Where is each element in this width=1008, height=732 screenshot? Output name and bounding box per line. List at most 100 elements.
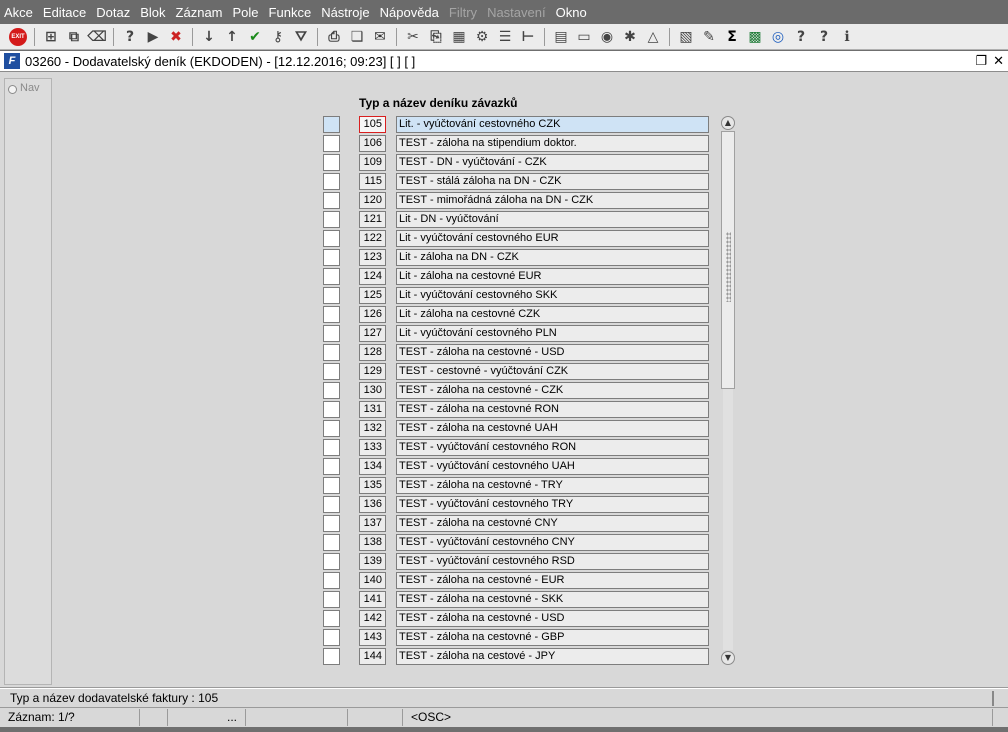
- list-row[interactable]: 127 Lit - vyúčtování cestovného PLN: [323, 324, 713, 343]
- list-row[interactable]: 136 TEST - vyúčtování cestovného TRY: [323, 495, 713, 514]
- journal-code-field[interactable]: 137: [359, 515, 386, 532]
- scroll-up-button[interactable]: ▲: [721, 116, 735, 130]
- journal-code-field[interactable]: 136: [359, 496, 386, 513]
- list-row[interactable]: 144 TEST - záloha na cestové - JPY: [323, 647, 713, 666]
- edit-button[interactable]: ✎: [699, 27, 719, 47]
- sum-button[interactable]: Σ: [722, 27, 742, 47]
- exit-button[interactable]: EXIT: [8, 27, 28, 47]
- list-row[interactable]: 132 TEST - záloha na cestovné UAH: [323, 419, 713, 438]
- row-select-checkbox[interactable]: [323, 458, 340, 475]
- menu-napoveda[interactable]: Nápověda: [380, 5, 439, 20]
- row-select-checkbox[interactable]: [323, 591, 340, 608]
- list-row[interactable]: 133 TEST - vyúčtování cestovného RON: [323, 438, 713, 457]
- row-select-checkbox[interactable]: [323, 439, 340, 456]
- journal-name-field[interactable]: Lit - záloha na cestovné EUR: [396, 268, 709, 285]
- list-row[interactable]: 140 TEST - záloha na cestovné - EUR: [323, 571, 713, 590]
- list-row[interactable]: 121 Lit - DN - vyúčtování: [323, 210, 713, 229]
- vertical-scrollbar[interactable]: ▲ ▼: [721, 116, 735, 666]
- paste-button[interactable]: ⎘: [426, 27, 446, 47]
- list-row[interactable]: 123 Lit - záloha na DN - CZK: [323, 248, 713, 267]
- row-select-checkbox[interactable]: [323, 230, 340, 247]
- cut-button[interactable]: ✂: [403, 27, 423, 47]
- list-row[interactable]: 137 TEST - záloha na cestovné CNY: [323, 514, 713, 533]
- help-search-button[interactable]: ?: [791, 27, 811, 47]
- tools-button[interactable]: ⚙: [472, 27, 492, 47]
- journal-code-field[interactable]: 144: [359, 648, 386, 665]
- journal-code-field[interactable]: 140: [359, 572, 386, 589]
- journal-code-field[interactable]: 131: [359, 401, 386, 418]
- row-select-checkbox[interactable]: [323, 344, 340, 361]
- duplicate-record-button[interactable]: ⧉: [64, 27, 84, 47]
- journal-code-field[interactable]: 127: [359, 325, 386, 342]
- row-select-checkbox[interactable]: [323, 306, 340, 323]
- copy-button[interactable]: ❏: [347, 27, 367, 47]
- list-row[interactable]: 135 TEST - záloha na cestovné - TRY: [323, 476, 713, 495]
- list-row[interactable]: 139 TEST - vyúčtování cestovného RSD: [323, 552, 713, 571]
- list-row[interactable]: 141 TEST - záloha na cestovné - SKK: [323, 590, 713, 609]
- excel-button[interactable]: ▩: [745, 27, 765, 47]
- journal-name-field[interactable]: TEST - vyúčtování cestovného CNY: [396, 534, 709, 551]
- help-button[interactable]: ?: [814, 27, 834, 47]
- menu-dotaz[interactable]: Dotaz: [96, 5, 130, 20]
- list-row[interactable]: 120 TEST - mimořádná záloha na DN - CZK: [323, 191, 713, 210]
- print-button[interactable]: ⎙: [324, 27, 344, 47]
- settings-button[interactable]: ✱: [620, 27, 640, 47]
- menu-zaznam[interactable]: Záznam: [176, 5, 223, 20]
- warning-button[interactable]: △: [643, 27, 663, 47]
- journal-code-field[interactable]: 132: [359, 420, 386, 437]
- list-row[interactable]: 124 Lit - záloha na cestovné EUR: [323, 267, 713, 286]
- list-row[interactable]: 130 TEST - záloha na cestovné - CZK: [323, 381, 713, 400]
- row-select-checkbox[interactable]: [323, 116, 340, 133]
- list-row[interactable]: 122 Lit - vyúčtování cestovného EUR: [323, 229, 713, 248]
- journal-code-field[interactable]: 128: [359, 344, 386, 361]
- row-select-checkbox[interactable]: [323, 173, 340, 190]
- journal-name-field[interactable]: TEST - vyúčtování cestovného RSD: [396, 553, 709, 570]
- list-row[interactable]: 143 TEST - záloha na cestovné - GBP: [323, 628, 713, 647]
- row-select-checkbox[interactable]: [323, 363, 340, 380]
- row-select-checkbox[interactable]: [323, 515, 340, 532]
- journal-code-field[interactable]: 109: [359, 154, 386, 171]
- close-window-icon[interactable]: ✕: [993, 53, 1004, 69]
- journal-name-field[interactable]: TEST - záloha na cestovné UAH: [396, 420, 709, 437]
- row-select-checkbox[interactable]: [323, 382, 340, 399]
- scroll-down-button[interactable]: ▼: [721, 651, 735, 665]
- row-select-checkbox[interactable]: [323, 648, 340, 665]
- journal-code-field[interactable]: 143: [359, 629, 386, 646]
- journal-code-field[interactable]: 124: [359, 268, 386, 285]
- menu-pole[interactable]: Pole: [233, 5, 259, 20]
- journal-code-field[interactable]: 141: [359, 591, 386, 608]
- list-row[interactable]: 138 TEST - vyúčtování cestovného CNY: [323, 533, 713, 552]
- row-select-checkbox[interactable]: [323, 401, 340, 418]
- row-select-checkbox[interactable]: [323, 477, 340, 494]
- row-select-checkbox[interactable]: [323, 572, 340, 589]
- journal-name-field[interactable]: TEST - cestovné - vyúčtování CZK: [396, 363, 709, 380]
- list-row[interactable]: 134 TEST - vyúčtování cestovného UAH: [323, 457, 713, 476]
- sort-descending-button[interactable]: ↑: [222, 27, 242, 47]
- row-select-checkbox[interactable]: [323, 287, 340, 304]
- journal-name-field[interactable]: TEST - záloha na cestovné - EUR: [396, 572, 709, 589]
- journal-name-field[interactable]: Lit. - vyúčtování cestovného CZK: [396, 116, 709, 133]
- menu-funkce[interactable]: Funkce: [269, 5, 312, 20]
- journal-code-field[interactable]: 139: [359, 553, 386, 570]
- commit-checkmark-button[interactable]: ✔: [245, 27, 265, 47]
- journal-name-field[interactable]: Lit - záloha na cestovné CZK: [396, 306, 709, 323]
- list-row[interactable]: 105 Lit. - vyúčtování cestovného CZK: [323, 115, 713, 134]
- journal-code-field[interactable]: 133: [359, 439, 386, 456]
- query-enter-button[interactable]: ?: [120, 27, 140, 47]
- scrollbar-thumb[interactable]: [721, 131, 735, 389]
- journal-code-field[interactable]: 121: [359, 211, 386, 228]
- globe-button[interactable]: ◉: [597, 27, 617, 47]
- journal-code-field[interactable]: 106: [359, 135, 386, 152]
- journal-name-field[interactable]: Lit - DN - vyúčtování: [396, 211, 709, 228]
- list-button[interactable]: ☰: [495, 27, 515, 47]
- row-select-checkbox[interactable]: [323, 610, 340, 627]
- menu-okno[interactable]: Okno: [556, 5, 587, 20]
- journal-code-field[interactable]: 115: [359, 173, 386, 190]
- query-cancel-button[interactable]: ✖: [166, 27, 186, 47]
- menu-blok[interactable]: Blok: [140, 5, 165, 20]
- row-select-checkbox[interactable]: [323, 420, 340, 437]
- list-row[interactable]: 142 TEST - záloha na cestovné - USD: [323, 609, 713, 628]
- row-select-checkbox[interactable]: [323, 211, 340, 228]
- list-row[interactable]: 106 TEST - záloha na stipendium doktor.: [323, 134, 713, 153]
- journal-name-field[interactable]: TEST - záloha na cestovné - GBP: [396, 629, 709, 646]
